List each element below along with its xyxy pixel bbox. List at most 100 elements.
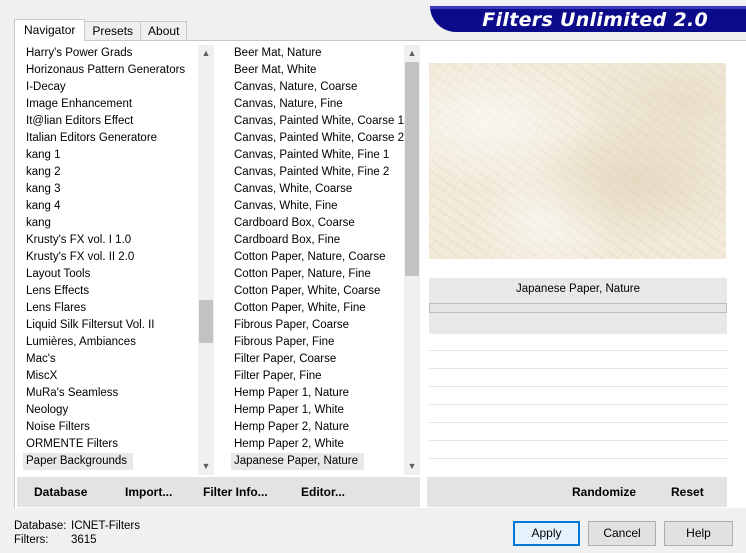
- filter-list-item-label: Canvas, White, Coarse: [234, 183, 353, 195]
- filter-list-item[interactable]: Cotton Paper, White, Fine: [231, 300, 404, 317]
- filter-list-item[interactable]: Cotton Paper, Nature, Coarse: [231, 249, 404, 266]
- category-list-item[interactable]: Mac's: [23, 351, 198, 368]
- reset-button[interactable]: Reset: [671, 485, 704, 499]
- filter-list-item[interactable]: Hemp Paper 1, White: [231, 402, 404, 419]
- category-list-item[interactable]: Liquid Silk Filtersut Vol. II: [23, 317, 198, 334]
- filter-info-button[interactable]: Filter Info...: [203, 485, 268, 499]
- category-list-item-label: Lens Flares: [26, 302, 87, 314]
- category-list-item[interactable]: Italian Editors Generatore: [23, 130, 198, 147]
- category-list-item[interactable]: Horizonaus Pattern Generators: [23, 62, 198, 79]
- category-scrollbar[interactable]: ▲ ▼: [198, 45, 214, 475]
- filter-list-item[interactable]: Filter Paper, Coarse: [231, 351, 404, 368]
- filter-scroll-thumb[interactable]: [405, 62, 419, 276]
- filters-info: Filters: 3615: [14, 534, 97, 546]
- control-divider: [429, 440, 727, 441]
- category-list-item[interactable]: Lens Effects: [23, 283, 198, 300]
- category-list-item[interactable]: kang: [23, 215, 198, 232]
- category-list-item-label: kang 3: [26, 183, 61, 195]
- filter-list-item[interactable]: Canvas, White, Fine: [231, 198, 404, 215]
- filter-list-item-label: Cardboard Box, Fine: [234, 234, 341, 246]
- category-scroll-thumb[interactable]: [199, 300, 213, 343]
- category-list-item-label: Paper Backgrounds: [23, 453, 134, 470]
- scroll-up-arrow-icon[interactable]: ▲: [198, 45, 214, 62]
- filter-preview-image: [429, 63, 726, 259]
- category-list-item[interactable]: Harry's Power Grads: [23, 45, 198, 62]
- control-divider: [429, 368, 727, 369]
- filter-list-item[interactable]: Canvas, Nature, Fine: [231, 96, 404, 113]
- preview-button-bar: Randomize Reset: [427, 477, 727, 507]
- filter-list-item[interactable]: Hemp Paper 1, Nature: [231, 385, 404, 402]
- filter-list-item[interactable]: Hemp Paper 2, White: [231, 436, 404, 453]
- filter-list-item[interactable]: Canvas, Painted White, Coarse 2: [231, 130, 404, 147]
- category-list-item[interactable]: kang 4: [23, 198, 198, 215]
- filter-list-item[interactable]: Hemp Paper 2, Nature: [231, 419, 404, 436]
- scroll-up-arrow-icon[interactable]: ▲: [404, 45, 420, 62]
- filter-list-item-label: Canvas, Painted White, Fine 1: [234, 149, 390, 161]
- control-divider: [429, 458, 727, 459]
- category-list-item[interactable]: Image Enhancement: [23, 96, 198, 113]
- database-button[interactable]: Database: [34, 485, 87, 499]
- filter-list-item-label: Hemp Paper 2, Nature: [234, 421, 350, 433]
- category-list-item[interactable]: Paper Backgrounds: [23, 453, 198, 470]
- category-list-item[interactable]: Lumières, Ambiances: [23, 334, 198, 351]
- category-list-item[interactable]: kang 3: [23, 181, 198, 198]
- help-button[interactable]: Help: [664, 521, 733, 546]
- category-list[interactable]: Harry's Power Grads Horizonaus Pattern Ge…: [23, 45, 198, 475]
- filter-list-item-label: Canvas, Nature, Fine: [234, 98, 343, 110]
- apply-button[interactable]: Apply: [513, 521, 580, 546]
- filter-list-item[interactable]: Cotton Paper, Nature, Fine: [231, 266, 404, 283]
- category-list-item[interactable]: Noise Filters: [23, 419, 198, 436]
- filter-list-item[interactable]: Fibrous Paper, Fine: [231, 334, 404, 351]
- filter-list-item[interactable]: Japanese Paper, Nature: [231, 453, 404, 470]
- category-list-item[interactable]: ORMENTE Filters: [23, 436, 198, 453]
- category-list-item[interactable]: kang 2: [23, 164, 198, 181]
- filter-list-item[interactable]: Canvas, Painted White, Fine 1: [231, 147, 404, 164]
- filter-list-item[interactable]: Cotton Paper, White, Coarse: [231, 283, 404, 300]
- filter-list-item[interactable]: Canvas, Painted White, Coarse 1: [231, 113, 404, 130]
- filters-label: Filters:: [14, 534, 49, 546]
- filter-list-item[interactable]: Canvas, White, Coarse: [231, 181, 404, 198]
- filter-list-item[interactable]: Filter Paper, Fine: [231, 368, 404, 385]
- filter-list-item-label: Canvas, Painted White, Coarse 1: [234, 115, 404, 127]
- filter-list-item[interactable]: Fibrous Paper, Coarse: [231, 317, 404, 334]
- category-list-item[interactable]: Neology: [23, 402, 198, 419]
- category-list-item-label: kang 2: [26, 166, 61, 178]
- category-list-item[interactable]: I-Decay: [23, 79, 198, 96]
- filter-list-item[interactable]: Cardboard Box, Coarse: [231, 215, 404, 232]
- import-button[interactable]: Import...: [125, 485, 172, 499]
- filter-list-item[interactable]: Canvas, Painted White, Fine 2: [231, 164, 404, 181]
- category-list-item-label: Noise Filters: [26, 421, 90, 433]
- category-list-item-label: I-Decay: [26, 81, 66, 93]
- category-list-item[interactable]: Krusty's FX vol. II 2.0: [23, 249, 198, 266]
- category-list-item[interactable]: kang 1: [23, 147, 198, 164]
- filter-list-item-label: Filter Paper, Fine: [234, 370, 322, 382]
- category-list-item[interactable]: It@lian Editors Effect: [23, 113, 198, 130]
- banner-title: Filters Unlimited 2.0: [482, 9, 708, 31]
- filter-list-item[interactable]: Beer Mat, White: [231, 62, 404, 79]
- tab-navigator[interactable]: Navigator: [14, 19, 86, 41]
- category-list-item[interactable]: MuRa's Seamless: [23, 385, 198, 402]
- scroll-down-arrow-icon[interactable]: ▼: [404, 458, 420, 475]
- tab-presets[interactable]: Presets: [84, 21, 142, 41]
- filter-list-item[interactable]: Beer Mat, Nature: [231, 45, 404, 62]
- filter-list-item[interactable]: Cardboard Box, Fine: [231, 232, 404, 249]
- filters-count: 3615: [71, 534, 97, 546]
- category-list-item[interactable]: Layout Tools: [23, 266, 198, 283]
- filter-scrollbar[interactable]: ▲ ▼: [404, 45, 420, 475]
- category-list-item-label: Liquid Silk Filtersut Vol. II: [26, 319, 155, 331]
- randomize-button[interactable]: Randomize: [572, 485, 636, 499]
- database-label: Database:: [14, 520, 67, 532]
- filter-list[interactable]: Beer Mat, Nature Beer Mat, White Canvas, N…: [231, 45, 404, 475]
- cancel-button[interactable]: Cancel: [588, 521, 656, 546]
- filter-list-item[interactable]: Canvas, Nature, Coarse: [231, 79, 404, 96]
- scroll-down-arrow-icon[interactable]: ▼: [198, 458, 214, 475]
- filter-list-item-label: Hemp Paper 1, White: [234, 404, 344, 416]
- editor-button[interactable]: Editor...: [301, 485, 345, 499]
- category-list-item-label: Mac's: [26, 353, 56, 365]
- category-list-item[interactable]: MiscX: [23, 368, 198, 385]
- category-list-item[interactable]: Lens Flares: [23, 300, 198, 317]
- tab-about[interactable]: About: [140, 21, 188, 41]
- database-info: Database: ICNET-Filters: [14, 520, 140, 532]
- category-list-item-label: Lens Effects: [26, 285, 90, 297]
- category-list-item[interactable]: Krusty's FX vol. I 1.0: [23, 232, 198, 249]
